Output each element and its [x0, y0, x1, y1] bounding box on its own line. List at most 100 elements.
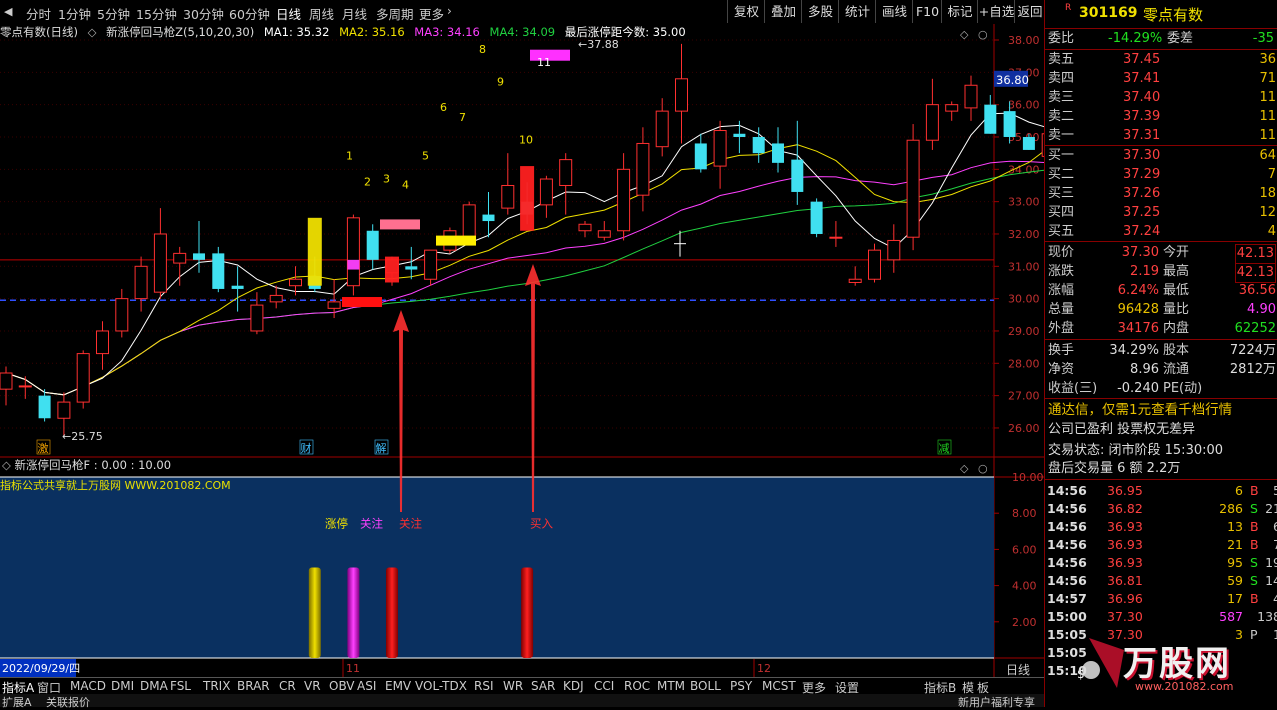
indicator-tab-22[interactable]: PSY — [730, 679, 752, 693]
indicator-name[interactable]: 新涨停回马枪Z(5,10,20,30) — [106, 25, 254, 39]
status-tab-related[interactable]: 关联报价 — [46, 694, 90, 710]
period-tab-3[interactable]: 15分钟 — [136, 4, 177, 23]
sub-y-tick-label: 2.00 — [1012, 616, 1037, 629]
tick-price: 37.30 — [1107, 609, 1143, 624]
tick-time: 14:57 — [1047, 591, 1087, 606]
candle[interactable] — [810, 198, 823, 238]
bid-row[interactable]: 买三 37.26 18 — [1045, 185, 1277, 203]
indicator-tab-11[interactable]: ASI — [357, 679, 376, 693]
ask-row[interactable]: 卖三 37.40 11 — [1045, 89, 1277, 107]
ask-row[interactable]: 卖四 37.41 71 — [1045, 70, 1277, 88]
x-axis-label: 11 — [346, 662, 360, 675]
indicator-tab-16[interactable]: SAR — [531, 679, 555, 693]
buy-marker — [520, 166, 535, 231]
indicator-tab-2[interactable]: MACD — [70, 679, 106, 693]
ask-row[interactable]: 卖一 37.31 11 — [1045, 127, 1277, 145]
close-icon[interactable]: ○ — [978, 28, 988, 41]
period-tag[interactable]: 日线 — [1006, 663, 1030, 677]
bid-row[interactable]: 买五 37.24 4 — [1045, 223, 1277, 241]
indicator-tab-13[interactable]: VOL-TDX — [415, 679, 467, 693]
event-label[interactable]: 解 — [376, 441, 387, 455]
period-tab-6[interactable]: 日线 — [276, 4, 301, 23]
tick-row: 14:56 36.81 59 S 14 — [1045, 572, 1277, 590]
status-promo[interactable]: 新用户福利专享 — [958, 694, 1035, 710]
diamond-icon[interactable]: ◇ — [960, 462, 969, 475]
indicator-tab-19[interactable]: ROC — [624, 679, 650, 693]
indicator-tab-14[interactable]: RSI — [474, 679, 494, 693]
indicator-tab-5[interactable]: FSL — [170, 679, 191, 693]
candle[interactable] — [346, 214, 360, 296]
period-tab-8[interactable]: 月线 — [342, 4, 367, 23]
period-tab-2[interactable]: 5分钟 — [97, 4, 130, 23]
quote-stat-row: 涨跌 2.19 最高 42.13 — [1045, 263, 1277, 283]
toolbar-btn-5[interactable]: F10 — [912, 0, 942, 23]
indicator-tab-20[interactable]: MTM — [657, 679, 685, 693]
event-label[interactable]: 财 — [301, 441, 312, 455]
chevron-down-icon[interactable]: ◇ — [88, 25, 97, 39]
sub-y-tick-label: 8.00 — [1012, 507, 1037, 520]
indicator-tab-12[interactable]: EMV — [385, 679, 411, 693]
indicator-tab-21[interactable]: BOLL — [690, 679, 721, 693]
candle[interactable] — [76, 350, 90, 409]
chevron-right-icon[interactable]: › — [447, 4, 452, 18]
order-price: 37.29 — [1123, 167, 1161, 182]
toolbar-btn-2[interactable]: 多股 — [801, 0, 839, 23]
indicator-tab-6[interactable]: TRIX — [203, 679, 230, 693]
period-tab-5[interactable]: 60分钟 — [229, 4, 270, 23]
toolbar-btn-7[interactable]: +自选 — [977, 0, 1015, 23]
ask-row[interactable]: 卖五 37.45 36 — [1045, 51, 1277, 69]
order-volume: 64 — [1259, 148, 1276, 163]
bid-row[interactable]: 买一 37.30 64 — [1045, 147, 1277, 165]
toolbar-btn-4[interactable]: 画线 — [875, 0, 913, 23]
diamond-icon[interactable]: ◇ — [960, 28, 969, 41]
signal-label: 关注 — [360, 517, 383, 531]
low-price-label: ←25.75 — [62, 430, 103, 443]
y-tick-label: 26.00 — [1008, 422, 1040, 435]
sub-indicator-title[interactable]: 新涨停回马枪F : 0.00 : 10.00 — [15, 458, 172, 472]
bid-row[interactable]: 买二 37.29 7 — [1045, 166, 1277, 184]
toolbar-btn-1[interactable]: 叠加 — [764, 0, 802, 23]
x-axis-label: 2022/09/29/四 — [2, 662, 80, 675]
indicator-tab-9[interactable]: VR — [304, 679, 321, 693]
indicator-tab-23[interactable]: MCST — [762, 679, 796, 693]
close-icon[interactable]: ○ — [978, 462, 988, 475]
quote-stat-row: 换手 34.29% 股本 7224万 — [1045, 342, 1277, 360]
indicator-tab-3[interactable]: DMI — [111, 679, 134, 693]
y-tick-label: 32.00 — [1008, 228, 1040, 241]
event-label[interactable]: 激 — [38, 441, 49, 455]
toolbar-btn-8[interactable]: 返回 — [1014, 0, 1045, 23]
quote-stat-row: 现价 37.30 今开 42.13 — [1045, 244, 1277, 264]
tick-price: 36.82 — [1107, 501, 1143, 516]
period-tab-7[interactable]: 周线 — [309, 4, 334, 23]
status-tab-expand[interactable]: 扩展A — [2, 694, 32, 710]
indicator-tab-8[interactable]: CR — [279, 679, 296, 693]
sub-y-tick-label: 6.00 — [1012, 543, 1037, 556]
indicator-tab-18[interactable]: CCI — [594, 679, 614, 693]
toolbar-btn-3[interactable]: 统计 — [838, 0, 876, 23]
promo-link[interactable]: 通达信，仅需1元查看千档行情 — [1045, 401, 1277, 419]
tick-price: 36.96 — [1107, 591, 1143, 606]
x-axis-label: 12 — [757, 662, 771, 675]
toolbar-btn-6[interactable]: 标记 — [941, 0, 978, 23]
indicator-tab-15[interactable]: WR — [503, 679, 523, 693]
candle[interactable] — [212, 246, 225, 293]
toolbar-btn-0[interactable]: 复权 — [727, 0, 765, 23]
indicator-tab-17[interactable]: KDJ — [563, 679, 584, 693]
candle[interactable] — [906, 124, 920, 251]
period-tab-0[interactable]: 分时 — [26, 4, 51, 23]
period-tab-1[interactable]: 1分钟 — [58, 4, 91, 23]
tick-row: 14:57 36.96 17 B4 — [1045, 590, 1277, 608]
period-tab-10[interactable]: 更多 — [419, 4, 444, 23]
indicator-tab-7[interactable]: BRAR — [237, 679, 270, 693]
indicator-tab-10[interactable]: OBV — [329, 679, 355, 693]
signal-bar-0 — [308, 567, 321, 658]
ask-row[interactable]: 卖二 37.39 11 — [1045, 108, 1277, 126]
kline-chart[interactable]: 38.0037.0036.0035.0034.0033.0032.0031.00… — [0, 24, 1044, 677]
signal-number: 11 — [537, 56, 551, 69]
period-tab-9[interactable]: 多周期 — [376, 4, 414, 23]
indicator-tab-4[interactable]: DMA — [140, 679, 168, 693]
bid-row[interactable]: 买四 37.25 12 — [1045, 204, 1277, 222]
period-tab-4[interactable]: 30分钟 — [183, 4, 224, 23]
chevron-down-icon[interactable]: ◇ — [2, 458, 11, 472]
event-label[interactable]: 减 — [939, 442, 950, 455]
